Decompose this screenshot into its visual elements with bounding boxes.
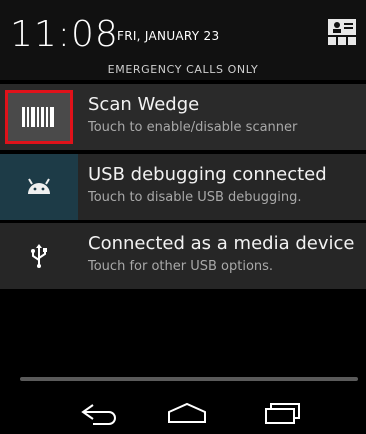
quick-settings-icon[interactable] (327, 18, 357, 46)
notification-title: Scan Wedge (88, 94, 200, 115)
recents-icon[interactable] (252, 392, 312, 434)
notification-icon-container (0, 84, 78, 150)
notification-subtitle: Touch for other USB options. (88, 259, 274, 274)
notification-scan-wedge[interactable]: Scan Wedge Touch to enable/disable scann… (0, 84, 366, 150)
panel-handle[interactable] (20, 377, 358, 381)
notification-usb-debugging[interactable]: USB debugging connected Touch to disable… (0, 154, 366, 220)
back-icon[interactable] (70, 392, 130, 434)
notification-subtitle: Touch to disable USB debugging. (88, 190, 302, 205)
home-icon[interactable] (157, 392, 217, 434)
notification-title: Connected as a media device (88, 233, 355, 254)
usb-icon (0, 223, 78, 289)
notification-icon-container (0, 154, 78, 220)
barcode-icon (5, 90, 73, 144)
notification-title: USB debugging connected (88, 164, 327, 185)
date-label: FRI, JANUARY 23 (117, 29, 220, 43)
android-icon (0, 154, 78, 220)
clock: 11:08 (10, 14, 119, 55)
emergency-calls-label: EMERGENCY CALLS ONLY (107, 63, 259, 76)
notification-subtitle: Touch to enable/disable scanner (88, 120, 298, 135)
navigation-bar (0, 392, 366, 434)
status-bar: 11:08 FRI, JANUARY 23 EMERGENCY CALLS ON… (0, 0, 366, 80)
notification-media-device[interactable]: Connected as a media device Touch for ot… (0, 223, 366, 289)
